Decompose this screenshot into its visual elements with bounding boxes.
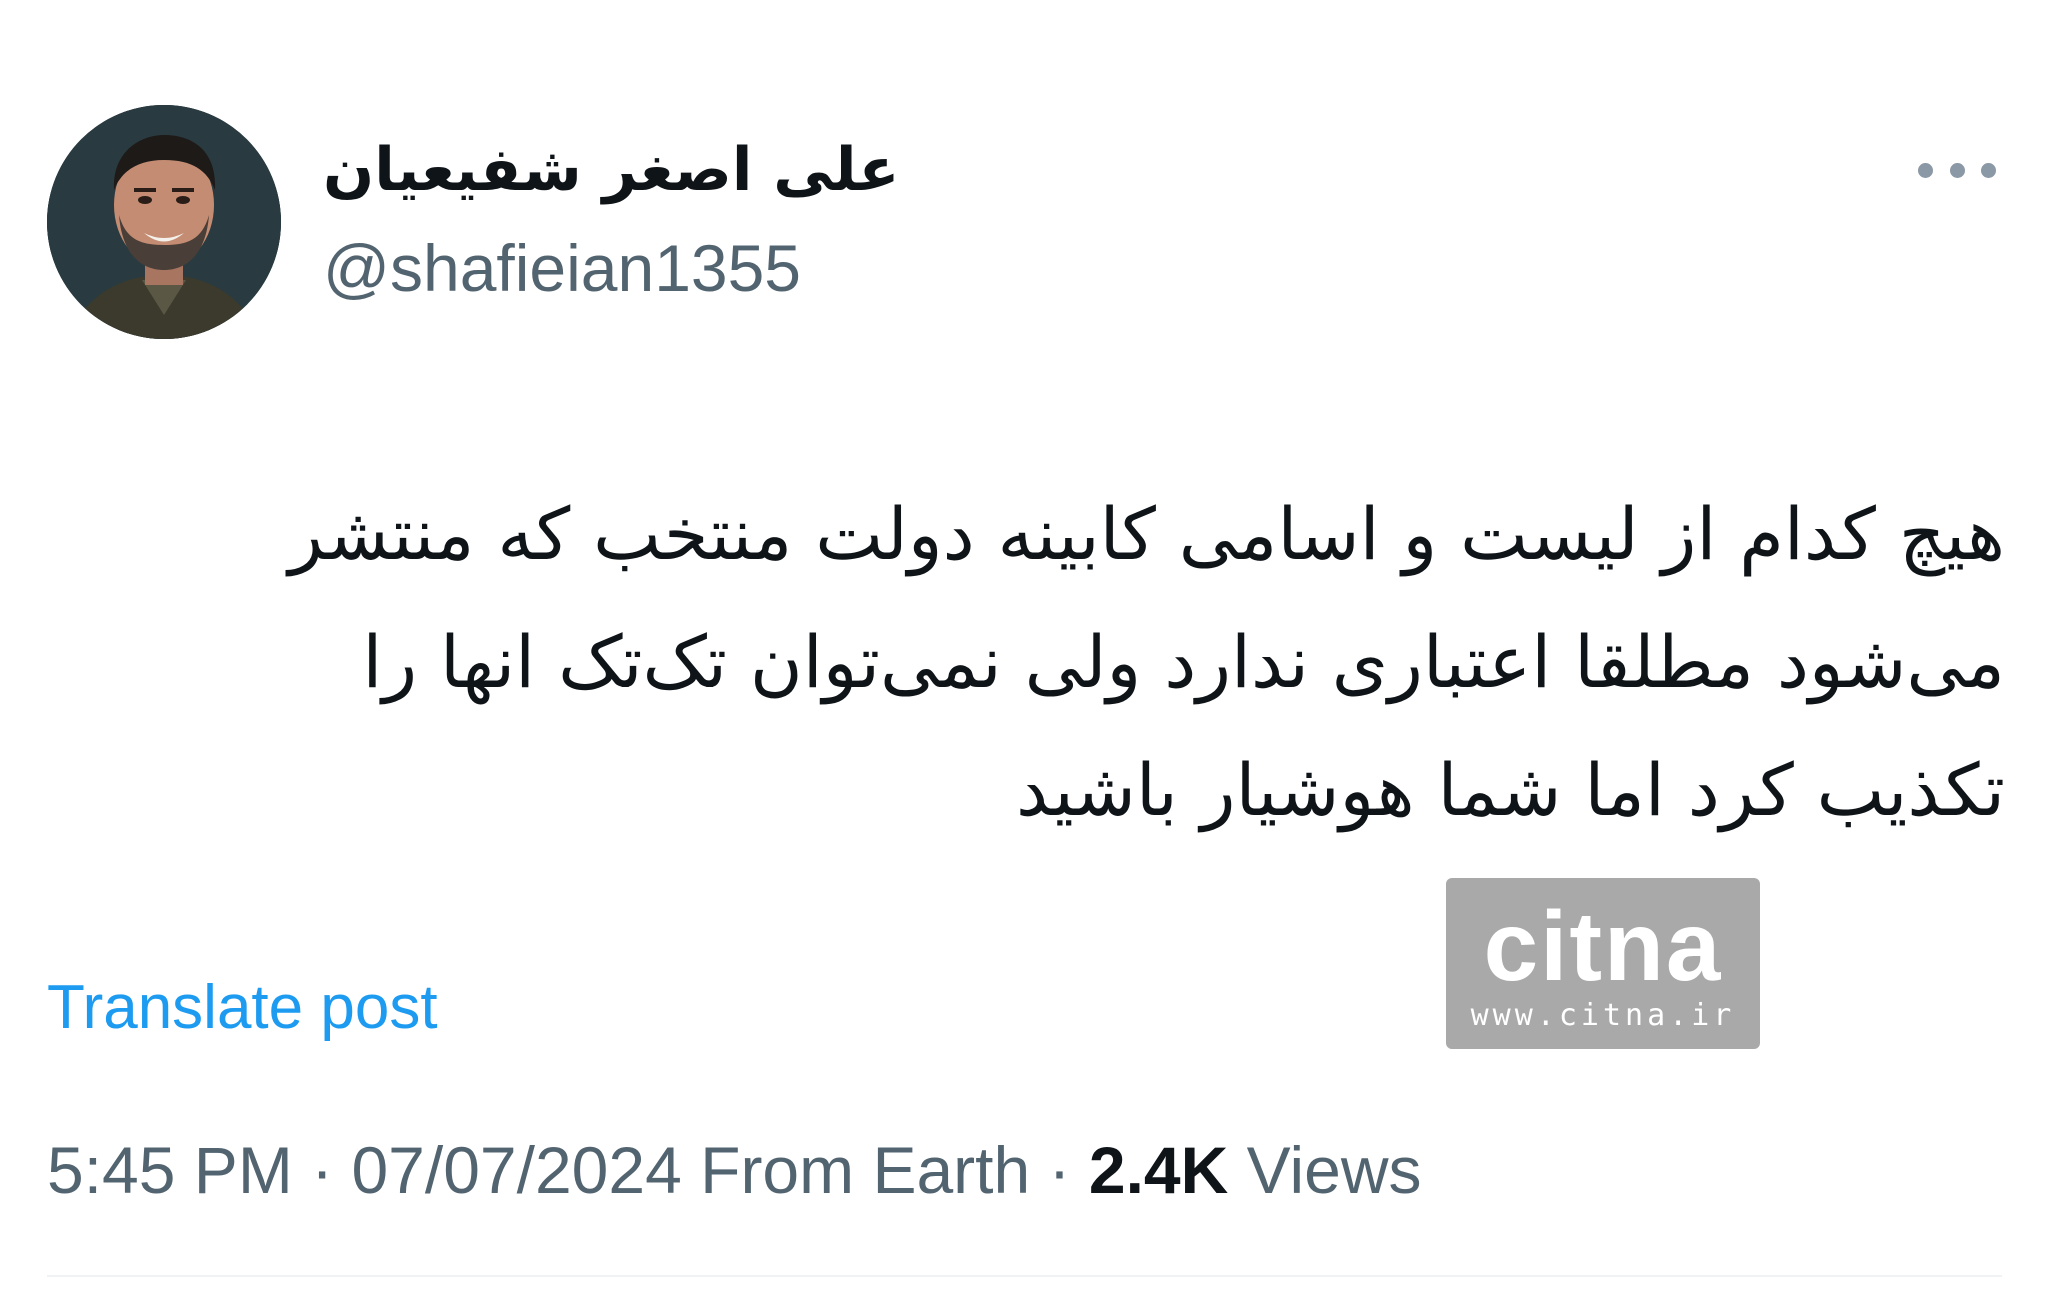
tweet-time[interactable]: 5:45 PM xyxy=(47,1133,293,1207)
more-options-button[interactable] xyxy=(1912,150,2002,190)
tweet-text: هیچ کدام از لیست و اسامی کابینه دولت منت… xyxy=(288,492,2005,832)
watermark-logo: citna xyxy=(1483,891,1723,1001)
author-display-name[interactable]: علی اصغر شفیعیان xyxy=(323,130,899,210)
tweet-card: علی اصغر شفیعیان @shafieian1355 هیچ کدام… xyxy=(0,0,2048,1292)
avatar-image xyxy=(47,105,281,339)
author-handle[interactable]: @shafieian1355 xyxy=(323,228,801,308)
meta-separator: · xyxy=(1030,1133,1089,1207)
citna-watermark: citna www.citna.ir xyxy=(1446,878,1760,1049)
views-count: 2.4K xyxy=(1088,1133,1229,1207)
tweet-meta: 5:45 PM · 07/07/2024 From Earth · 2.4K V… xyxy=(47,1125,1422,1215)
translate-post-link[interactable]: Translate post xyxy=(47,968,438,1048)
views-label: Views xyxy=(1246,1133,1422,1207)
avatar[interactable] xyxy=(47,105,281,339)
more-horizontal-icon xyxy=(1918,162,1933,178)
tweet-source: From Earth xyxy=(700,1133,1031,1207)
meta-separator: · xyxy=(292,1133,352,1207)
more-horizontal-icon xyxy=(1949,162,1965,178)
divider xyxy=(47,1275,2002,1277)
watermark-url: www.citna.ir xyxy=(1470,998,1736,1033)
tweet-date[interactable]: 07/07/2024 xyxy=(351,1133,681,1207)
more-horizontal-icon xyxy=(1981,162,1996,178)
